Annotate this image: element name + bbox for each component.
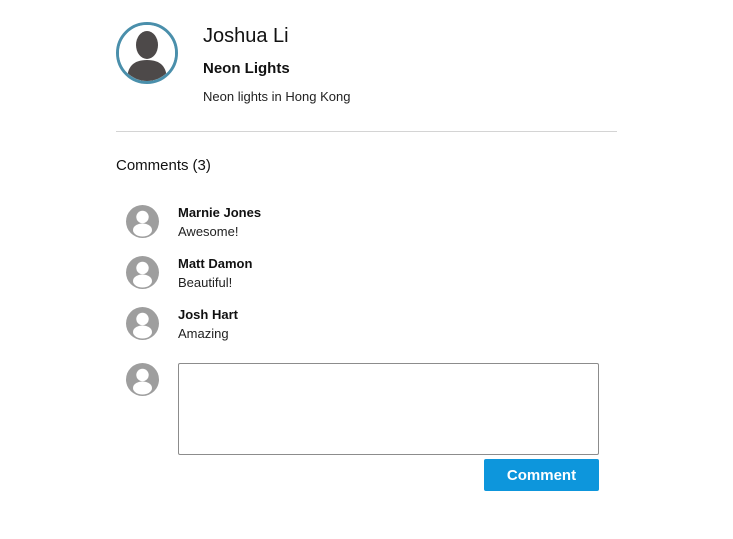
comment-author[interactable]: Josh Hart — [178, 307, 238, 322]
comments-count: (3) — [192, 157, 211, 174]
person-silhouette-icon — [119, 25, 175, 81]
comment-text: Amazing — [178, 326, 229, 341]
post-title: Neon Lights — [203, 60, 290, 77]
comment-item: Matt Damon Beautiful! — [126, 256, 606, 296]
comment-text: Beautiful! — [178, 275, 233, 290]
current-user-avatar-icon — [126, 363, 159, 396]
comments-heading-label: Comments — [116, 157, 189, 174]
author-avatar[interactable] — [116, 22, 178, 84]
comment-text: Awesome! — [178, 224, 239, 239]
author-name[interactable]: Joshua Li — [203, 25, 289, 48]
comment-input[interactable] — [178, 363, 599, 455]
post-description: Neon lights in Hong Kong — [203, 89, 351, 104]
comment-item: Marnie Jones Awesome! — [126, 205, 606, 245]
comment-author[interactable]: Matt Damon — [178, 256, 252, 271]
divider — [116, 131, 617, 132]
comment-item: Josh Hart Amazing — [126, 307, 606, 347]
comments-heading: Comments (3) — [116, 157, 211, 174]
user-avatar-icon — [126, 256, 159, 289]
comment-button[interactable]: Comment — [484, 459, 599, 491]
comment-author[interactable]: Marnie Jones — [178, 205, 261, 220]
user-avatar-icon — [126, 307, 159, 340]
user-avatar-icon — [126, 205, 159, 238]
